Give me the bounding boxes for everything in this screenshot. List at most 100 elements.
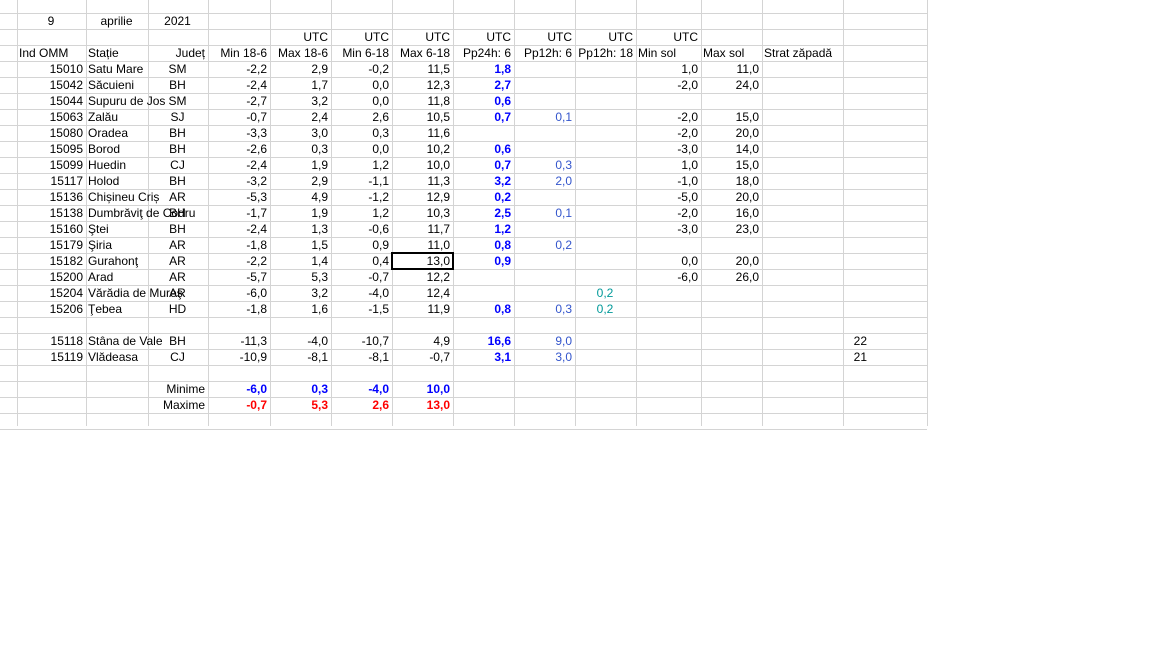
table-cell-pp12a[interactable]: 0,1 (516, 205, 572, 221)
minime-value-cell[interactable]: 0,3 (272, 381, 328, 397)
table-cell-maxsol[interactable]: 11,0 (703, 61, 759, 77)
table-cell-pp24[interactable]: 1,8 (455, 61, 511, 77)
table-cell-pp24[interactable]: 0,7 (455, 157, 511, 173)
table-cell-minsol[interactable]: 0,0 (638, 253, 698, 269)
maxime-value-cell[interactable]: 5,3 (272, 397, 328, 413)
table-cell-statie[interactable]: Ştei (88, 221, 145, 237)
table-cell-omm[interactable]: 15182 (19, 253, 83, 269)
table-cell-statie[interactable]: Ţebea (88, 301, 145, 317)
table-cell-max618[interactable]: 12,9 (394, 189, 450, 205)
table-cell-pp12b[interactable]: 0,2 (577, 301, 633, 317)
table-cell-statie[interactable]: Vlădeasa (88, 349, 145, 365)
table-cell-statie[interactable]: Şiria (88, 237, 145, 253)
utc-label-cell[interactable]: UTC (272, 29, 328, 45)
table-cell-judet[interactable]: BH (150, 333, 205, 349)
table-cell-minsol[interactable]: -5,0 (638, 189, 698, 205)
maxime-label[interactable]: Maxime (150, 397, 205, 413)
table-cell-pp12a[interactable]: 0,3 (516, 301, 572, 317)
table-cell-min186[interactable]: -5,3 (210, 189, 267, 205)
table-cell-statie[interactable]: Stâna de Vale (88, 333, 163, 349)
table-cell-judet[interactable]: BH (150, 77, 205, 93)
table-cell-min186[interactable]: -2,4 (210, 221, 267, 237)
table-cell-judet[interactable]: AR (150, 285, 205, 301)
table-cell-min618[interactable]: 0,9 (333, 237, 389, 253)
table-cell-omm[interactable]: 15200 (19, 269, 83, 285)
table-cell-max618[interactable]: 11,8 (394, 93, 450, 109)
column-header-cell[interactable]: Max 18-6 (272, 45, 328, 61)
table-cell-maxsol[interactable]: 18,0 (703, 173, 759, 189)
table-cell-pp24[interactable]: 2,7 (455, 77, 511, 93)
table-cell-minsol[interactable]: 1,0 (638, 61, 698, 77)
table-cell-min186[interactable]: -2,2 (210, 61, 267, 77)
table-cell-min618[interactable]: -0,7 (333, 269, 389, 285)
table-cell-pp24[interactable]: 0,8 (455, 237, 511, 253)
table-cell-judet[interactable]: BH (150, 173, 205, 189)
table-cell-min618[interactable]: 1,2 (333, 157, 389, 173)
table-cell-maxsol[interactable]: 20,0 (703, 125, 759, 141)
table-cell-max186[interactable]: 3,0 (272, 125, 328, 141)
table-cell-maxsol[interactable]: 20,0 (703, 253, 759, 269)
table-cell-pp24[interactable]: 16,6 (455, 333, 511, 349)
table-cell-max186[interactable]: 1,5 (272, 237, 328, 253)
maxime-value-cell[interactable]: 13,0 (394, 397, 450, 413)
table-cell-min618[interactable]: 0,0 (333, 77, 389, 93)
column-header-cell[interactable]: Min 6-18 (333, 45, 389, 61)
table-cell-omm[interactable]: 15136 (19, 189, 83, 205)
table-cell-maxsol[interactable]: 23,0 (703, 221, 759, 237)
table-cell-max618[interactable]: 11,6 (394, 125, 450, 141)
selected-cell-cursor[interactable] (391, 252, 454, 270)
table-cell-pp24[interactable]: 0,6 (455, 141, 511, 157)
table-cell-statie[interactable]: Gurahonţ (88, 253, 145, 269)
table-cell-omm[interactable]: 15080 (19, 125, 83, 141)
table-cell-pp24[interactable]: 0,6 (455, 93, 511, 109)
table-cell-max618[interactable]: 11,7 (394, 221, 450, 237)
table-cell-omm[interactable]: 15119 (19, 349, 83, 365)
table-cell-pp24[interactable]: 0,7 (455, 109, 511, 125)
table-cell-minsol[interactable]: -2,0 (638, 77, 698, 93)
table-cell-pp12a[interactable]: 0,1 (516, 109, 572, 125)
table-cell-max186[interactable]: 1,4 (272, 253, 328, 269)
table-cell-max186[interactable]: 3,2 (272, 93, 328, 109)
column-header-cell[interactable]: Min sol (638, 45, 698, 61)
table-cell-max618[interactable]: 11,0 (394, 237, 450, 253)
table-cell-max186[interactable]: 5,3 (272, 269, 328, 285)
table-cell-max618[interactable]: 10,3 (394, 205, 450, 221)
table-cell-omm[interactable]: 15118 (19, 333, 83, 349)
table-cell-min186[interactable]: -2,4 (210, 77, 267, 93)
table-cell-omm[interactable]: 15179 (19, 237, 83, 253)
table-cell-statie[interactable]: Arad (88, 269, 145, 285)
table-cell-omm[interactable]: 15206 (19, 301, 83, 317)
table-cell-zapada[interactable]: 22 (764, 333, 867, 349)
table-cell-minsol[interactable]: 1,0 (638, 157, 698, 173)
table-cell-min618[interactable]: 2,6 (333, 109, 389, 125)
table-cell-maxsol[interactable]: 15,0 (703, 109, 759, 125)
table-cell-min618[interactable]: -1,5 (333, 301, 389, 317)
table-cell-statie[interactable]: Vărădia de Mureş (88, 285, 183, 301)
column-header-cell[interactable]: Min 18-6 (210, 45, 267, 61)
column-header-cell[interactable]: Pp24h: 6 (455, 45, 511, 61)
table-cell-omm[interactable]: 15010 (19, 61, 83, 77)
table-cell-max186[interactable]: 2,9 (272, 173, 328, 189)
minime-value-cell[interactable]: 10,0 (394, 381, 450, 397)
table-cell-pp12a[interactable]: 0,3 (516, 157, 572, 173)
minime-value-cell[interactable]: -6,0 (210, 381, 267, 397)
table-cell-max186[interactable]: 1,3 (272, 221, 328, 237)
table-cell-judet[interactable]: SM (150, 61, 205, 77)
maxime-value-cell[interactable]: 2,6 (333, 397, 389, 413)
table-cell-omm[interactable]: 15204 (19, 285, 83, 301)
column-header-cell[interactable]: Ind OMM (19, 45, 83, 61)
table-cell-pp24[interactable]: 0,2 (455, 189, 511, 205)
table-cell-min618[interactable]: -4,0 (333, 285, 389, 301)
column-header-cell[interactable]: Max sol (703, 45, 759, 61)
table-cell-statie[interactable]: Huedin (88, 157, 145, 173)
column-header-cell[interactable]: Strat zăpadă (764, 45, 840, 61)
table-cell-pp12a[interactable]: 9,0 (516, 333, 572, 349)
table-cell-max618[interactable]: -0,7 (394, 349, 450, 365)
table-cell-pp24[interactable]: 0,9 (455, 253, 511, 269)
column-header-cell[interactable]: Pp12h: 6 (516, 45, 572, 61)
table-cell-max186[interactable]: -4,0 (272, 333, 328, 349)
utc-label-cell[interactable]: UTC (638, 29, 698, 45)
table-cell-omm[interactable]: 15117 (19, 173, 83, 189)
table-cell-judet[interactable]: AR (150, 253, 205, 269)
table-cell-pp24[interactable]: 3,2 (455, 173, 511, 189)
